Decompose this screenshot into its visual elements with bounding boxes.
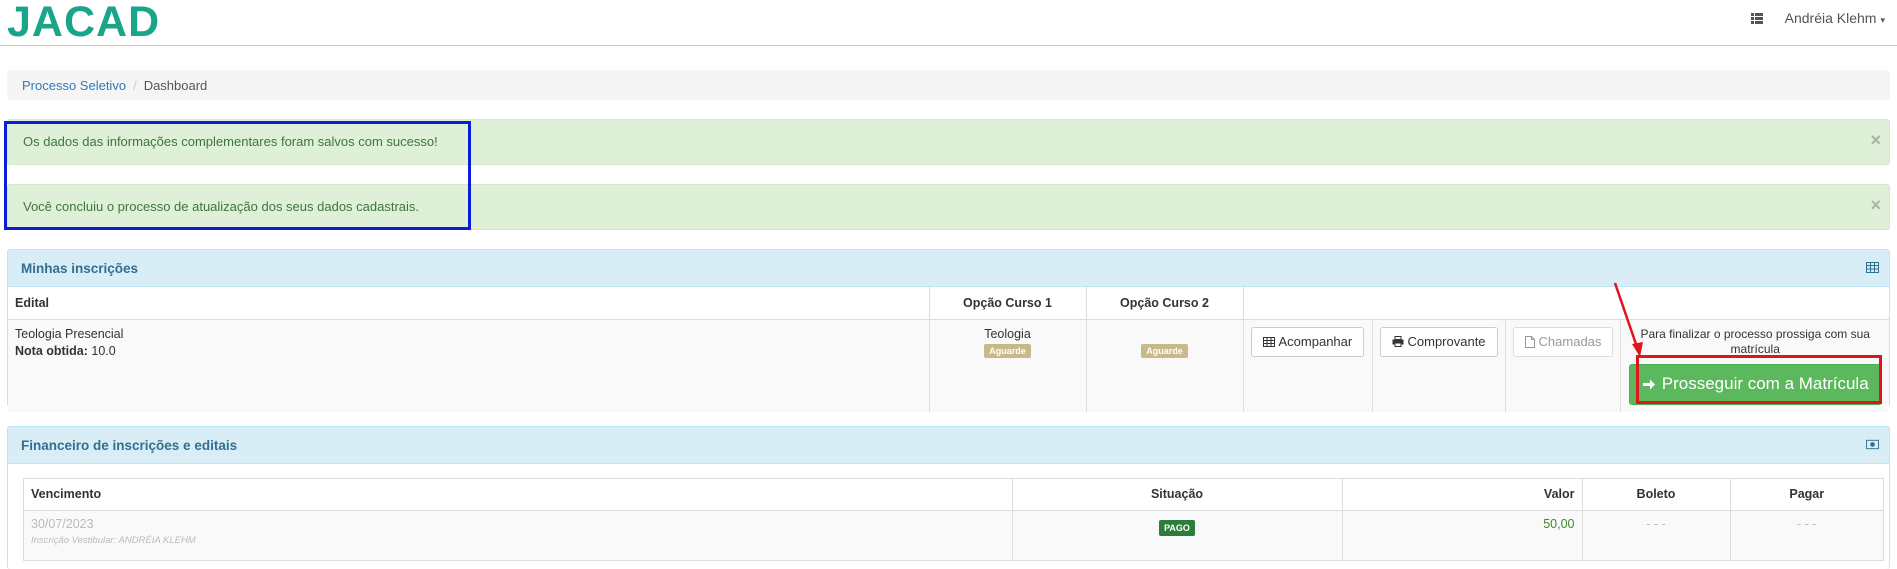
table-row: 30/07/2023 Inscrição Vestibular: ANDRÉIA… — [24, 510, 1883, 560]
pagar-cell: - - - — [1730, 510, 1883, 560]
header-vencimento: Vencimento — [24, 479, 1013, 511]
table-icon — [1262, 336, 1275, 347]
curso1-cell: Teologia Aguarde — [929, 319, 1087, 412]
vencimento-date: 30/07/2023 — [31, 516, 94, 531]
vencimento-cell: 30/07/2023 Inscrição Vestibular: ANDRÉIA… — [24, 510, 1013, 560]
prosseguir-matricula-button[interactable]: Prosseguir com a Matrícula — [1628, 363, 1882, 405]
header-opcao-curso-2: Opção Curso 2 — [1086, 287, 1244, 320]
chamadas-label: Chamadas — [1538, 334, 1602, 349]
breadcrumb-separator: / — [133, 78, 137, 93]
print-icon — [1392, 336, 1403, 347]
acompanhar-cell: Acompanhar — [1243, 319, 1373, 412]
table-row: Teologia Presencial Nota obtida: 10.0 Te… — [8, 319, 1889, 412]
acompanhar-button[interactable]: Acompanhar — [1250, 326, 1365, 357]
edital-name: Teologia Presencial — [15, 326, 124, 341]
caret-down-icon: ▾ — [1880, 15, 1885, 25]
nota-line: Nota obtida: 10.0 — [15, 344, 922, 358]
top-navbar: JACAD Andréia Klehm ▾ — [0, 0, 1897, 46]
status-badge: PAGO — [1159, 519, 1195, 536]
curso1-name: Teologia — [984, 326, 1031, 341]
panel-financeiro: Financeiro de inscrições e editais Venci… — [7, 426, 1890, 569]
jacad-logo[interactable]: JACAD — [7, 0, 160, 44]
list-icon[interactable] — [1750, 12, 1763, 24]
situacao-cell: PAGO — [1012, 510, 1343, 560]
header-actions — [1243, 287, 1889, 320]
status-badge: Aguarde — [1141, 343, 1188, 358]
chamadas-button[interactable]: Chamadas — [1512, 326, 1614, 357]
financeiro-table-wrap: Vencimento Situação Valor Boleto Pagar 3… — [23, 478, 1884, 561]
chamadas-cell: Chamadas — [1505, 319, 1622, 412]
boleto-cell: - - - — [1582, 510, 1731, 560]
success-alert-complementares: Os dados das informações complementares … — [7, 119, 1890, 165]
breadcrumb-dashboard: Dashboard — [143, 78, 208, 93]
comprovante-cell: Comprovante — [1372, 319, 1506, 412]
comprovante-button[interactable]: Comprovante — [1379, 326, 1498, 357]
prosseguir-label: Prosseguir com a Matrícula — [1661, 374, 1869, 393]
finalizar-cell: Para finalizar o processo prossiga com s… — [1620, 319, 1889, 412]
nota-value: 10.0 — [91, 343, 116, 358]
file-pdf-icon — [1524, 335, 1535, 348]
breadcrumb: Processo Seletivo / Dashboard — [7, 70, 1890, 100]
header-edital: Edital — [8, 287, 930, 320]
header-pagar: Pagar — [1730, 479, 1883, 511]
valor-cell: 50,00 — [1342, 510, 1583, 560]
close-icon[interactable]: × — [1870, 131, 1881, 149]
header-opcao-curso-1: Opção Curso 1 — [929, 287, 1087, 320]
money-icon — [1866, 439, 1879, 450]
navbar-right: Andréia Klehm ▾ — [1750, 10, 1885, 26]
user-name: Andréia Klehm — [1784, 10, 1877, 26]
header-valor: Valor — [1342, 479, 1583, 511]
breadcrumb-processo-seletivo[interactable]: Processo Seletivo — [22, 78, 126, 93]
finalizar-text: Para finalizar o processo prossiga com s… — [1640, 326, 1870, 356]
table-header-row: Edital Opção Curso 1 Opção Curso 2 — [8, 287, 1889, 320]
panel-title: Financeiro de inscrições e editais — [21, 438, 238, 453]
panel-heading: Financeiro de inscrições e editais — [8, 427, 1889, 464]
curso2-cell: Aguarde — [1086, 319, 1244, 412]
financeiro-table: Vencimento Situação Valor Boleto Pagar 3… — [24, 479, 1883, 560]
arrow-right-icon — [1642, 379, 1655, 389]
panel-title: Minhas inscrições — [21, 261, 139, 276]
acompanhar-label: Acompanhar — [1278, 334, 1353, 349]
nota-label: Nota obtida: — [15, 343, 88, 358]
table-header-row: Vencimento Situação Valor Boleto Pagar — [24, 479, 1883, 511]
comprovante-label: Comprovante — [1407, 334, 1486, 349]
close-icon[interactable]: × — [1870, 196, 1881, 214]
vencimento-descricao: Inscrição Vestibular: ANDRÉIA KLEHM — [31, 534, 196, 546]
inscricoes-table: Edital Opção Curso 1 Opção Curso 2 Teolo… — [8, 287, 1889, 412]
header-boleto: Boleto — [1582, 479, 1731, 511]
panel-minhas-inscricoes: Minhas inscrições Edital Opção Curso 1 O… — [7, 249, 1890, 412]
header-situacao: Situação — [1012, 479, 1343, 511]
alert-text: Você concluiu o processo de atualização … — [23, 199, 420, 214]
edital-cell: Teologia Presencial Nota obtida: 10.0 — [8, 319, 930, 412]
status-badge: Aguarde — [984, 343, 1031, 358]
success-alert-cadastrais: Você concluiu o processo de atualização … — [7, 184, 1890, 230]
table-icon — [1866, 262, 1879, 273]
user-menu[interactable]: Andréia Klehm ▾ — [1785, 10, 1885, 26]
alert-text: Os dados das informações complementares … — [23, 134, 438, 149]
panel-heading: Minhas inscrições — [8, 250, 1889, 287]
